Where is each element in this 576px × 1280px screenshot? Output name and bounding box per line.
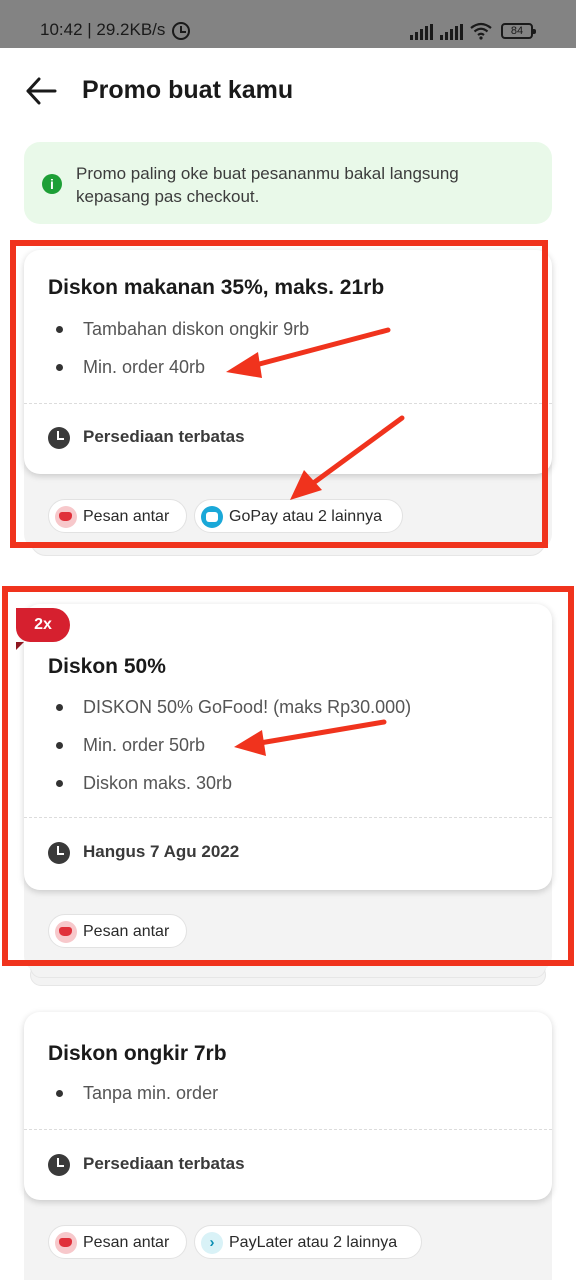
info-icon: i <box>42 174 62 194</box>
wifi-icon <box>470 22 492 40</box>
battery-icon: 84 <box>501 23 536 39</box>
info-banner: i Promo paling oke buat pesananmu bakal … <box>24 142 552 224</box>
annotation-box <box>10 240 548 548</box>
annotation-box <box>2 586 574 966</box>
promo-title: Diskon ongkir 7rb <box>48 1042 227 1065</box>
chip-pesan-antar[interactable]: Pesan antar <box>48 1225 187 1259</box>
status-bar: 10:42 | 29.2KB/s 84 <box>0 0 576 48</box>
signal-icon <box>410 24 434 40</box>
availability-text: Persediaan terbatas <box>83 1154 245 1173</box>
delivery-icon <box>55 1232 77 1254</box>
promo-card-body: Diskon ongkir 7rb Tanpa min. order Perse… <box>24 1012 552 1200</box>
clock-icon <box>48 1154 70 1176</box>
app-header: Promo buat kamu <box>0 48 576 134</box>
back-arrow-icon[interactable] <box>24 74 60 108</box>
paylater-icon: › <box>201 1232 223 1254</box>
chip-label: Pesan antar <box>83 1234 170 1251</box>
promo-card[interactable]: Diskon ongkir 7rb Tanpa min. order Perse… <box>24 1012 552 1280</box>
info-banner-text: Promo paling oke buat pesananmu bakal la… <box>76 164 459 206</box>
alarm-icon <box>172 22 190 40</box>
promo-term: Tanpa min. order <box>48 1080 218 1118</box>
page-title: Promo buat kamu <box>82 76 294 104</box>
promo-terms-list: Tanpa min. order <box>48 1080 218 1118</box>
chip-label: PayLater atau 2 lainnya <box>229 1234 398 1251</box>
signal-icon <box>440 24 464 40</box>
divider <box>24 1129 552 1130</box>
chip-payment-methods[interactable]: › PayLater atau 2 lainnya <box>194 1225 422 1259</box>
status-time: 10:42 | 29.2KB/s <box>40 20 166 39</box>
